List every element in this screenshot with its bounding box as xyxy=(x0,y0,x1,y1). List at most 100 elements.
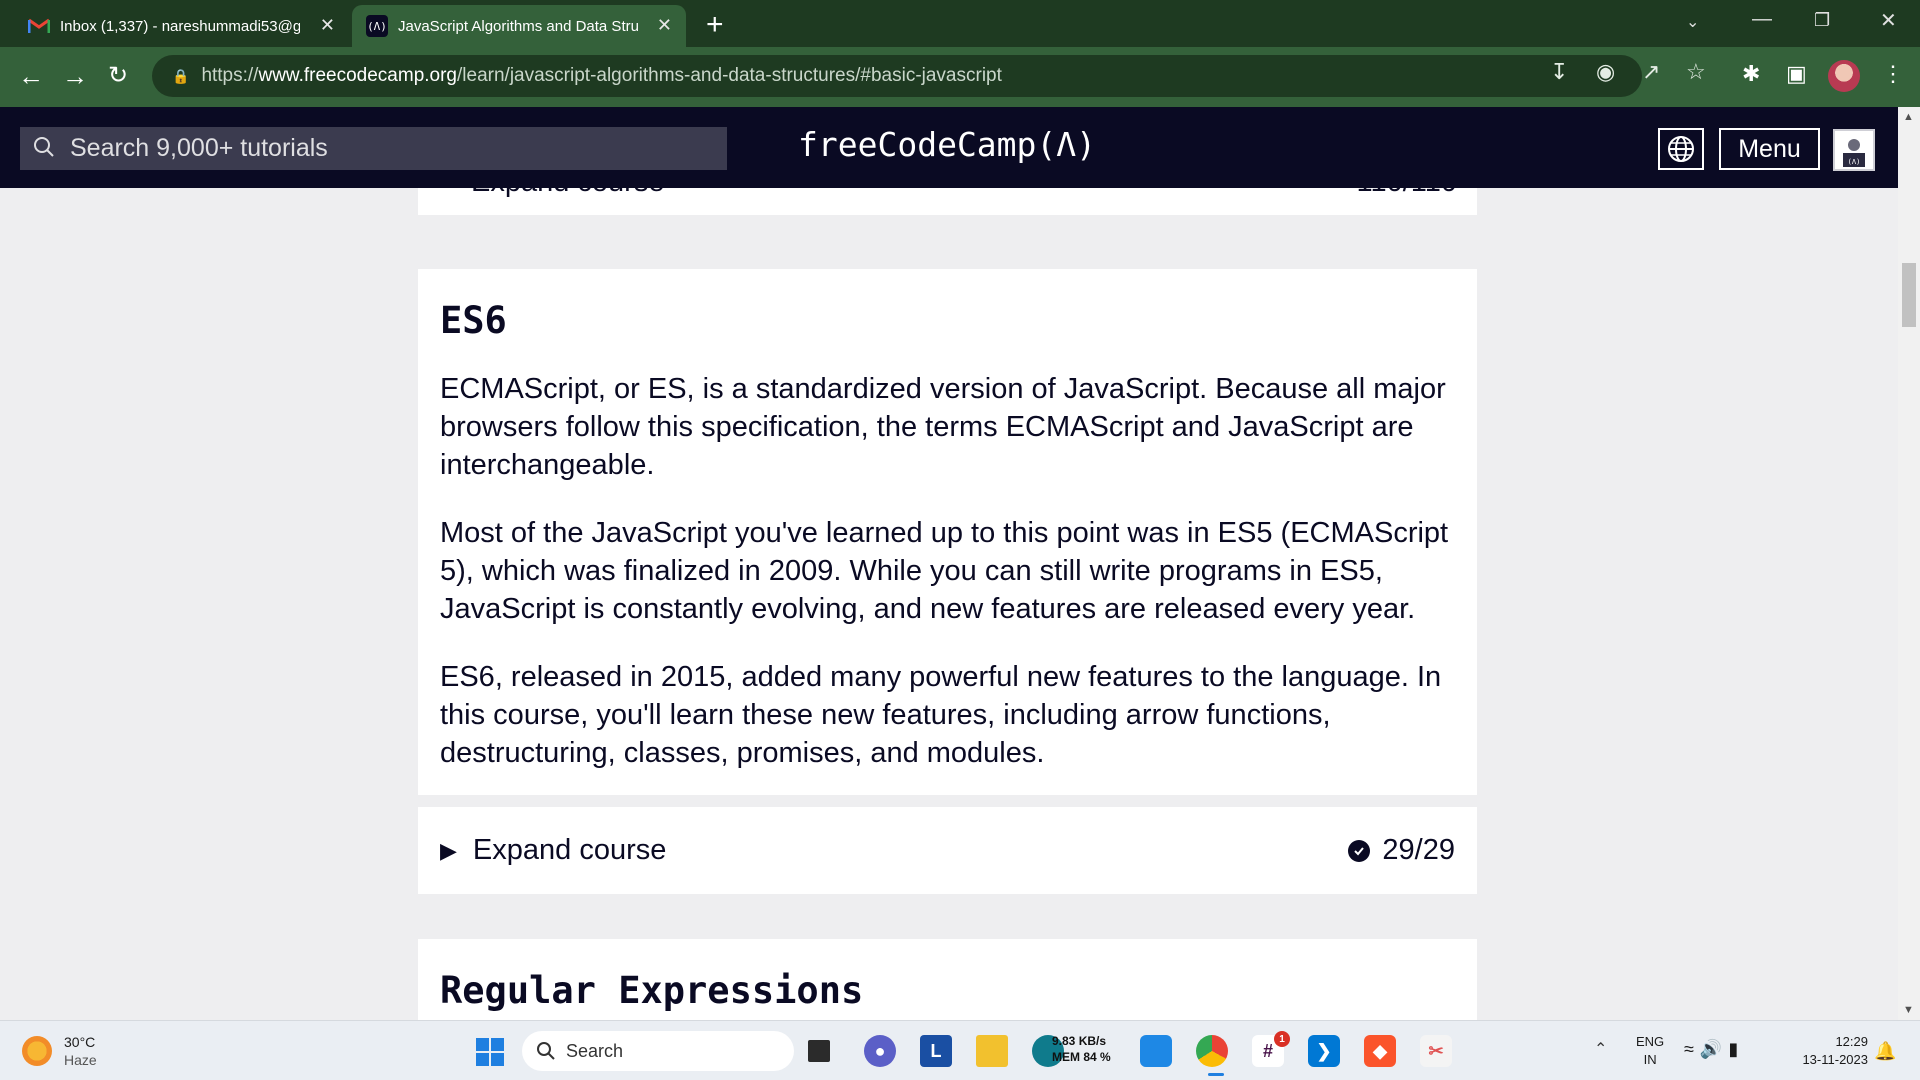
net-speed-line1: 9.83 KB/s xyxy=(1052,1034,1107,1048)
fcc-navbar: Search 9,000+ tutorials freeCodeCamp(Λ) … xyxy=(0,107,1898,188)
menu-button[interactable]: Menu xyxy=(1719,128,1820,170)
svg-text:(Λ): (Λ) xyxy=(1848,158,1861,166)
teams-chat-icon[interactable]: ● xyxy=(864,1035,896,1067)
gmail-icon xyxy=(28,15,50,37)
tab-freecodecamp[interactable]: (Λ) JavaScript Algorithms and Data Struc… xyxy=(352,5,686,47)
course-paragraph: Most of the JavaScript you've learned up… xyxy=(440,517,1449,625)
weather-temp: 30°C xyxy=(64,1034,96,1050)
net-speed-line2: MEM 84 % xyxy=(1052,1050,1111,1064)
snipping-tool-icon[interactable]: ✂ xyxy=(1420,1035,1452,1067)
minimize-button[interactable]: — xyxy=(1752,8,1772,31)
logo-text-close: ) xyxy=(1076,125,1097,164)
wifi-icon: ≈ xyxy=(1684,1039,1700,1059)
course-progress: 29/29 xyxy=(1348,834,1455,867)
caret-right-icon: ▶ xyxy=(440,837,457,863)
url-scheme: https:// xyxy=(201,65,259,86)
course-title: Regular Expressions xyxy=(440,969,864,1012)
course-paragraph: ECMAScript, or ES, is a standardized ver… xyxy=(440,373,1446,481)
search-icon xyxy=(34,137,54,157)
chrome-icon[interactable] xyxy=(1196,1035,1228,1067)
system-tray[interactable]: ≈🔊▮ xyxy=(1684,1039,1744,1060)
address-bar[interactable]: 🔒 https://www.freecodecamp.org/learn/jav… xyxy=(152,55,1642,97)
app-blue-icon[interactable] xyxy=(1140,1035,1172,1067)
main-content: Expand course 110/110 ES6 ECMAScript, or… xyxy=(0,188,1898,1020)
forward-button[interactable]: → xyxy=(62,61,88,91)
course-card-es6: ES6 ECMAScript, or ES, is a standardized… xyxy=(418,269,1477,795)
course-paragraph: ES6, released in 2015, added many powerf… xyxy=(440,661,1442,769)
reload-button[interactable]: ↻ xyxy=(108,61,128,91)
scroll-up-arrow-icon[interactable]: ▲ xyxy=(1903,111,1914,123)
lens-app-icon[interactable]: L xyxy=(920,1035,952,1067)
more-menu-icon[interactable]: ⋮ xyxy=(1882,61,1904,87)
close-window-button[interactable]: ✕ xyxy=(1880,8,1897,33)
search-placeholder: Search 9,000+ tutorials xyxy=(70,134,328,162)
flame-icon: Λ xyxy=(1056,125,1077,164)
close-tab-icon[interactable]: ✕ xyxy=(657,15,672,36)
course-title: ES6 xyxy=(440,299,507,342)
tab-title: Inbox (1,337) - nareshummadi53@gmail.com… xyxy=(60,17,300,35)
course-description: ECMAScript, or ES, is a standardized ver… xyxy=(440,370,1455,772)
globe-icon xyxy=(1668,136,1694,162)
eye-off-icon[interactable]: ◉ xyxy=(1596,59,1615,85)
restore-button[interactable]: ❐ xyxy=(1814,10,1830,31)
lang-line1: ENG xyxy=(1636,1034,1665,1049)
previous-course-card: Expand course 110/110 xyxy=(418,188,1477,215)
browser-toolbar: ← → ↻ 🔒 https://www.freecodecamp.org/lea… xyxy=(0,47,1920,107)
user-avatar[interactable]: (Λ) xyxy=(1833,129,1875,171)
clock-time: 12:29 xyxy=(1835,1034,1868,1049)
share-icon[interactable]: ↗ xyxy=(1642,59,1660,85)
previous-progress: 110/110 xyxy=(1356,188,1457,199)
tab-title: JavaScript Algorithms and Data Structure… xyxy=(398,17,638,35)
scrollbar-thumb[interactable] xyxy=(1902,263,1916,327)
check-circle-icon xyxy=(1348,839,1371,862)
active-app-indicator xyxy=(1208,1073,1224,1076)
taskbar-clock[interactable]: 12:29 13-11-2023 xyxy=(1782,1033,1868,1069)
windows-taskbar: 30°C Haze Search ● L 9.83 KB/s MEM 84 % … xyxy=(0,1020,1920,1080)
clock-date: 13-11-2023 xyxy=(1802,1052,1868,1067)
scroll-down-arrow-icon[interactable]: ▼ xyxy=(1903,1004,1914,1016)
vscode-icon[interactable]: ❯ xyxy=(1308,1035,1340,1067)
tab-search-chevron-icon[interactable]: ⌄ xyxy=(1686,12,1699,32)
page-scrollbar[interactable]: ▲ ▼ xyxy=(1898,107,1920,1020)
weather-widget[interactable]: 30°C Haze xyxy=(22,1033,97,1069)
bookmark-star-icon[interactable]: ☆ xyxy=(1686,59,1706,85)
input-language[interactable]: ENG IN xyxy=(1636,1033,1664,1069)
extensions-puzzle-icon[interactable]: ✱ xyxy=(1742,61,1760,87)
install-app-icon[interactable]: ↧ xyxy=(1550,59,1568,85)
camper-avatar-icon: (Λ) xyxy=(1843,139,1865,167)
tray-chevron-up-icon[interactable]: ⌃ xyxy=(1594,1039,1607,1059)
back-button[interactable]: ← xyxy=(18,61,44,91)
profile-avatar[interactable] xyxy=(1828,60,1860,92)
network-speed-widget: 9.83 KB/s MEM 84 % xyxy=(1052,1033,1111,1065)
new-tab-button[interactable]: + xyxy=(706,8,724,42)
file-explorer-icon[interactable] xyxy=(976,1035,1008,1067)
volume-icon: 🔊 xyxy=(1699,1039,1729,1059)
browser-tab-bar: Inbox (1,337) - nareshummadi53@gmail.com… xyxy=(0,0,1920,47)
tab-gmail[interactable]: Inbox (1,337) - nareshummadi53@gmail.com… xyxy=(14,5,349,47)
language-button[interactable] xyxy=(1658,128,1704,170)
expand-course-label: Expand course xyxy=(472,834,667,866)
brave-icon[interactable]: ◆ xyxy=(1364,1035,1396,1067)
taskbar-search[interactable]: Search xyxy=(522,1031,794,1071)
search-input[interactable]: Search 9,000+ tutorials xyxy=(20,127,727,170)
notification-badge: 1 xyxy=(1274,1031,1290,1047)
expand-course-button[interactable]: ▶ Expand course 29/29 xyxy=(418,804,1477,894)
search-icon xyxy=(537,1042,555,1060)
url-host: www.freecodecamp.org xyxy=(258,65,458,86)
close-tab-icon[interactable]: ✕ xyxy=(320,15,335,36)
taskbar-search-label: Search xyxy=(566,1040,624,1061)
progress-count: 29/29 xyxy=(1382,834,1455,866)
battery-icon: ▮ xyxy=(1728,1039,1745,1059)
lock-icon: 🔒 xyxy=(172,67,190,84)
freecodecamp-icon: (Λ) xyxy=(366,15,388,37)
windows-start-icon[interactable] xyxy=(476,1038,504,1066)
weather-condition: Haze xyxy=(64,1052,97,1068)
fcc-logo[interactable]: freeCodeCamp(Λ) xyxy=(798,125,1096,164)
side-panel-icon[interactable]: ▣ xyxy=(1786,61,1807,87)
haze-sun-icon xyxy=(22,1036,52,1066)
task-view-icon[interactable] xyxy=(808,1040,830,1062)
previous-expand-label[interactable]: Expand course xyxy=(471,188,664,199)
course-card-regular-expressions: Regular Expressions xyxy=(418,939,1477,1020)
notification-bell-icon[interactable]: 🔔 xyxy=(1874,1041,1896,1062)
url-path: /learn/javascript-algorithms-and-data-st… xyxy=(457,65,1002,86)
